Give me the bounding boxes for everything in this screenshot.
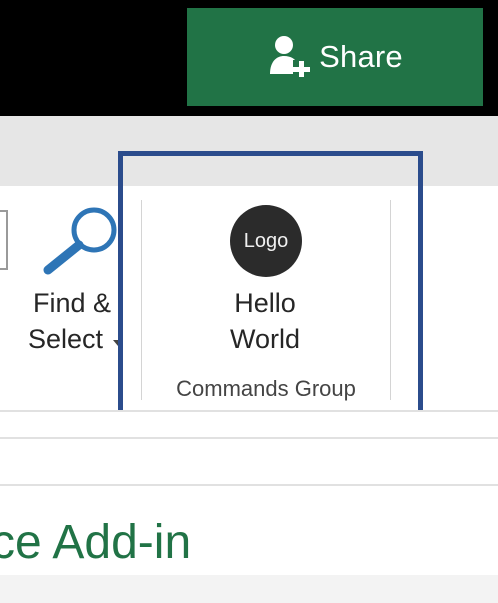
formula-bar-line <box>0 437 498 439</box>
group-separator-left <box>141 200 142 400</box>
partial-ribbon-control <box>0 210 8 270</box>
hello-world-label-line2: World <box>229 324 301 354</box>
add-person-icon <box>270 36 311 77</box>
share-label: Share <box>319 39 403 74</box>
find-select-label-line1: Find & <box>33 288 112 318</box>
find-select-label-line2: Select <box>28 324 104 354</box>
hello-world-label-line1: Hello <box>234 288 296 318</box>
group-separator-right <box>390 200 391 400</box>
hello-world-button[interactable]: Logo Hello World <box>210 200 320 360</box>
formula-bar-area <box>0 412 498 484</box>
chevron-down-icon <box>113 340 123 346</box>
sheet-divider <box>0 484 498 486</box>
commands-group-label: Commands Group <box>176 376 356 401</box>
magnifier-icon <box>43 207 117 275</box>
share-button[interactable]: Share <box>187 8 483 106</box>
logo-text: Logo <box>243 229 289 252</box>
addin-pane-title: ce Add-in <box>0 516 192 569</box>
pane-bottom-strip <box>0 575 498 603</box>
logo-icon: Logo <box>230 205 302 277</box>
ribbon-tab-strip <box>0 116 498 186</box>
find-select-button[interactable]: Find & Select <box>20 200 130 370</box>
window-edge <box>487 8 498 106</box>
